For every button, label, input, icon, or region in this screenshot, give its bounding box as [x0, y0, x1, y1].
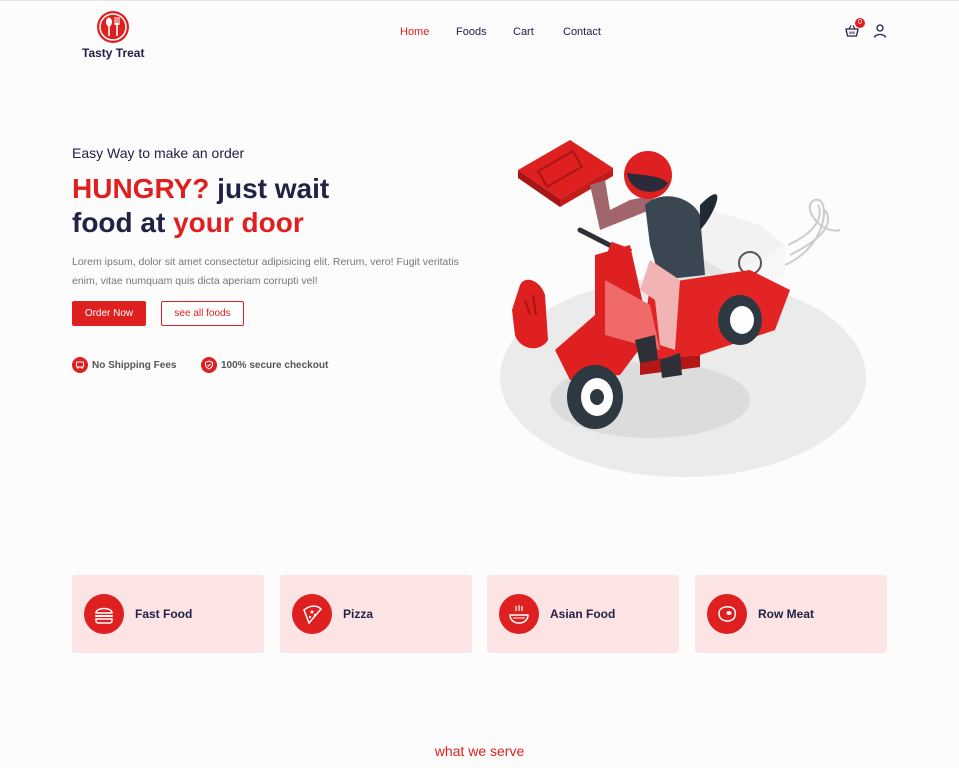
shield-check-icon: [201, 357, 217, 373]
category-card-fast-food[interactable]: Fast Food: [72, 575, 264, 653]
noodle-bowl-icon: [499, 594, 539, 634]
top-border: [0, 0, 959, 1]
category-label: Asian Food: [550, 607, 616, 621]
delivery-car-icon: [72, 357, 88, 373]
hero-title-food: food at: [72, 207, 174, 238]
hero-title-door: your door: [173, 207, 304, 238]
user-icon[interactable]: [872, 23, 888, 39]
hero-subtitle: Easy Way to make an order: [72, 145, 245, 161]
main-nav: Home Foods Cart Contact: [0, 26, 959, 40]
feature-label: No Shipping Fees: [92, 359, 177, 371]
brand-name: Tasty Treat: [82, 46, 145, 60]
nav-item-foods[interactable]: Foods: [456, 26, 487, 38]
category-card-pizza[interactable]: Pizza: [280, 575, 472, 653]
cart-count-badge: 0: [855, 18, 865, 28]
category-label: Row Meat: [758, 607, 815, 621]
pizza-slice-icon: [292, 594, 332, 634]
hero-description: Lorem ipsum, dolor sit amet consectetur …: [72, 256, 459, 287]
burger-icon: [84, 594, 124, 634]
category-label: Pizza: [343, 607, 374, 621]
category-label: Fast Food: [135, 607, 193, 621]
category-card-row-meat[interactable]: Row Meat: [695, 575, 887, 653]
nav-item-home[interactable]: Home: [400, 26, 429, 38]
feature-label: 100% secure checkout: [221, 359, 329, 371]
order-now-button[interactable]: Order Now: [72, 301, 146, 326]
hero-title-wait: just wait: [209, 173, 330, 204]
category-card-asian-food[interactable]: Asian Food: [487, 575, 679, 653]
see-all-foods-button[interactable]: see all foods: [161, 301, 244, 326]
hero-title: HUNGRY? just wait food at your door: [72, 172, 329, 240]
section-title: what we serve: [434, 743, 525, 759]
nav-item-contact[interactable]: Contact: [563, 26, 601, 38]
nav-item-cart[interactable]: Cart: [513, 26, 534, 38]
feature-no-shipping: No Shipping Fees: [72, 356, 176, 374]
feature-secure-checkout: 100% secure checkout: [201, 356, 328, 374]
pizza-delivery-scooter-illustration: [500, 135, 870, 480]
hero-title-hungry: HUNGRY?: [72, 173, 210, 204]
steak-icon: [707, 594, 747, 634]
